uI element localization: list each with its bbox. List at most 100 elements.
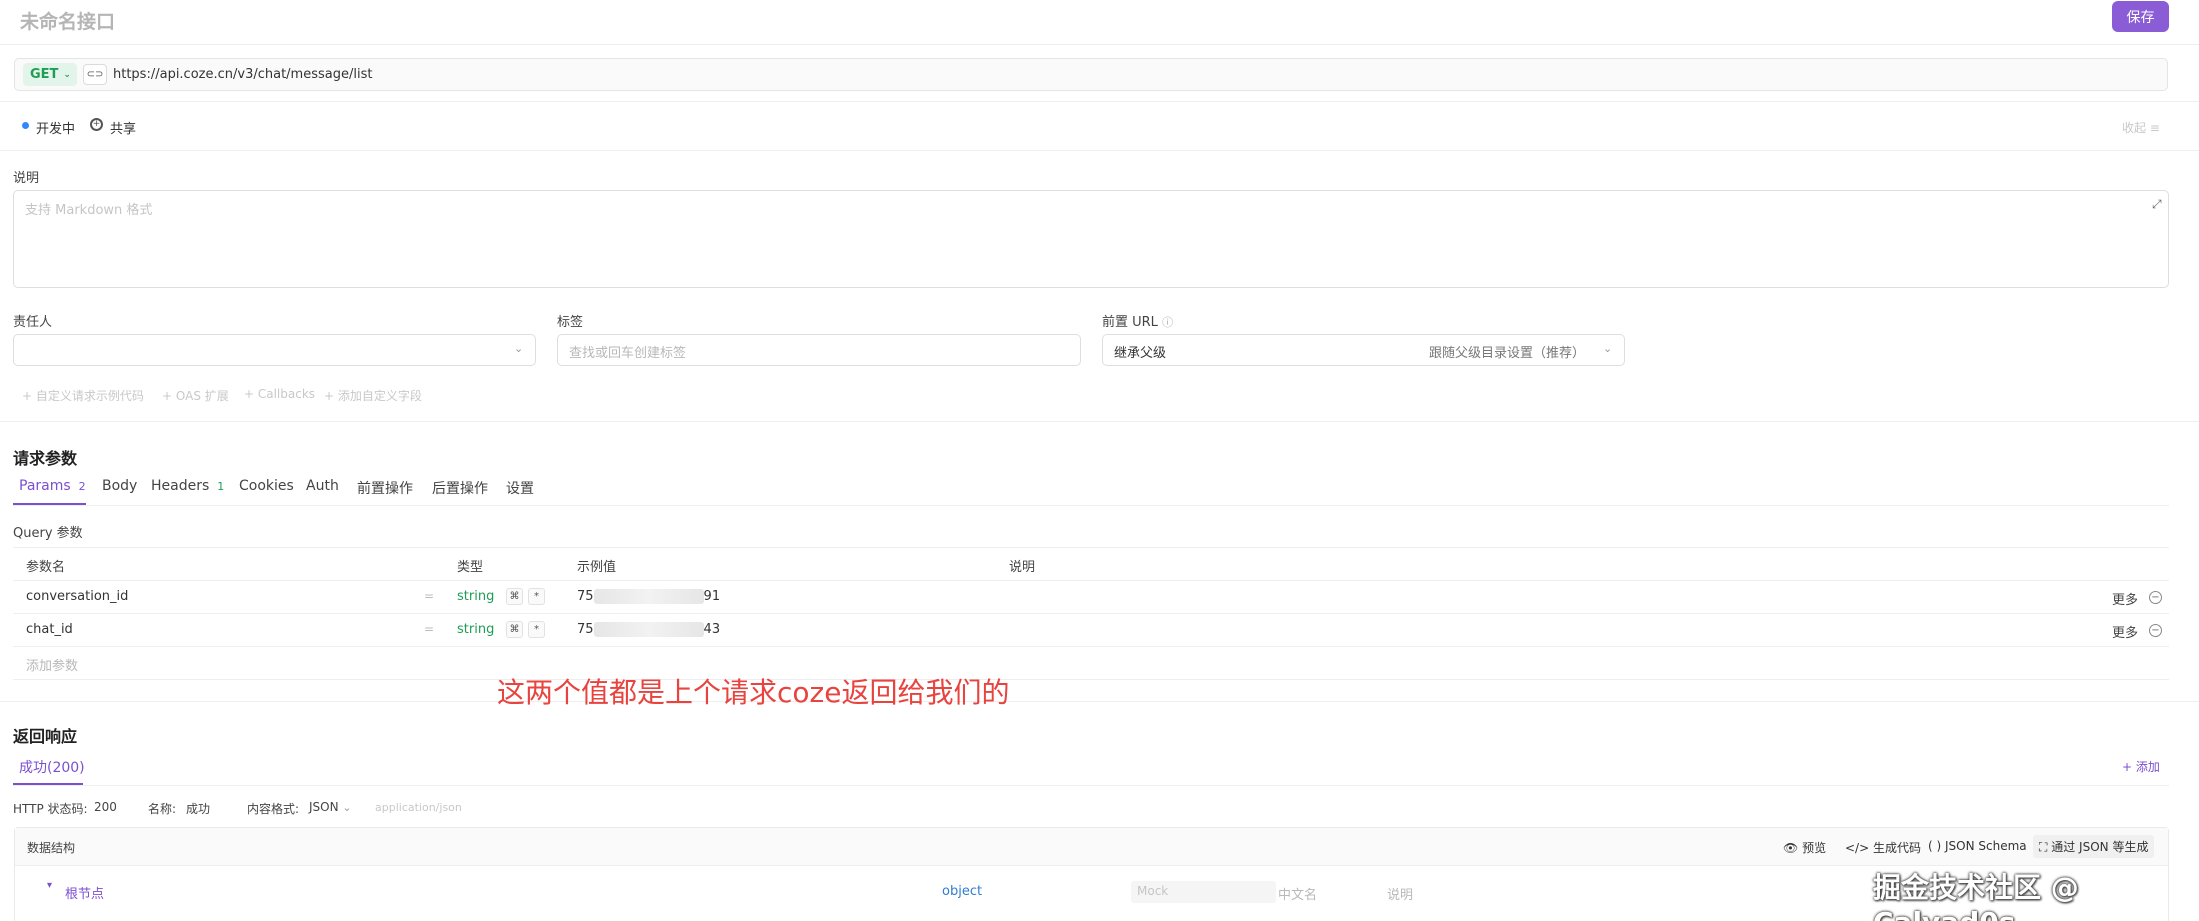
tags-placeholder: 查找或回车创建标签 (569, 346, 687, 361)
drag-handle-icon[interactable]: = (424, 589, 434, 603)
tab-auth[interactable]: Auth (306, 478, 339, 494)
mock-input[interactable]: Mock (1131, 881, 1276, 903)
divider (0, 421, 2199, 422)
name-value[interactable]: 成功 (186, 800, 210, 817)
chevron-down-icon: ⌄ (514, 342, 524, 355)
root-node-type[interactable]: object (942, 884, 982, 899)
content-format-select[interactable]: JSON ⌄ (309, 800, 352, 814)
example-value-prefix: 75 (577, 589, 594, 604)
param-name[interactable]: chat_id (26, 622, 73, 637)
owner-label: 责任人 (13, 315, 53, 330)
tab-cookies[interactable]: Cookies (239, 478, 294, 494)
annotation-text: 这两个值都是上个请求coze返回给我们的 (497, 676, 1010, 709)
required-icon[interactable]: * (528, 621, 545, 638)
example-value-suffix: 43 (703, 622, 721, 637)
save-button[interactable]: 保存 (2112, 1, 2169, 32)
redacted-value (593, 589, 704, 604)
add-custom-field-link[interactable]: + 添加自定义字段 (324, 387, 422, 404)
prefix-url-label: 前置 URL ⓘ (1102, 311, 1173, 330)
tab-settings[interactable]: 设置 (506, 478, 534, 498)
example-value-prefix: 75 (577, 622, 594, 637)
tab-params[interactable]: Params 2 (19, 478, 89, 494)
description-field[interactable]: 支持 Markdown 格式 ⤢ (13, 190, 2169, 288)
url-input[interactable]: https://api.coze.cn/v3/chat/message/list (113, 67, 372, 82)
data-structure-panel: 数据结构 👁 预览 </> 生成代码 ( ) JSON Schema ⛶ 通过 … (14, 827, 2169, 921)
drag-handle-icon[interactable]: = (424, 622, 434, 636)
tags-label: 标签 (557, 315, 584, 330)
tab-headers-label: Headers (151, 478, 210, 494)
chinese-name-input[interactable]: 中文名 (1278, 884, 1317, 903)
query-params-label: Query 参数 (13, 526, 83, 541)
request-params-title: 请求参数 (13, 449, 78, 468)
divider (0, 701, 2199, 702)
prefix-url-value: 继承父级 (1114, 346, 1167, 361)
param-type[interactable]: string (457, 622, 494, 637)
description-placeholder: 支持 Markdown 格式 (25, 203, 153, 218)
divider (13, 646, 2169, 647)
http-status-value[interactable]: 200 (94, 800, 117, 814)
add-oas-extension-link[interactable]: + OAS 扩展 (162, 387, 229, 404)
json-schema-label: JSON Schema (1945, 839, 2027, 853)
add-custom-code-link[interactable]: + 自定义请求示例代码 (22, 387, 144, 404)
watermark: 掘金技术社区 @ Calvad0s (1873, 871, 2079, 921)
prefix-url-select[interactable]: 继承父级 跟随父级目录设置（推荐） ⌄ (1102, 334, 1625, 366)
tab-body[interactable]: Body (102, 478, 137, 494)
tab-pre-operations[interactable]: 前置操作 (357, 478, 413, 498)
tab-params-count: 2 (78, 480, 86, 493)
example-value-suffix: 91 (703, 589, 721, 604)
param-name[interactable]: conversation_id (26, 589, 128, 604)
tab-params-label: Params (19, 478, 71, 494)
remove-icon[interactable]: − (2149, 591, 2162, 604)
chevron-down-icon: ⌄ (1603, 342, 1613, 355)
collapse-button[interactable]: 收起 ≡ (2122, 119, 2160, 136)
generate-from-json-button[interactable]: ⛶ 通过 JSON 等生成 (2033, 835, 2155, 858)
generate-from-json-label: 通过 JSON 等生成 (2051, 840, 2149, 854)
more-button[interactable]: 更多 (2112, 589, 2138, 608)
method-select[interactable]: GET ⌄ (23, 63, 77, 86)
example-value[interactable]: 75 91 (577, 589, 720, 604)
status-select[interactable]: 开发中 (36, 118, 75, 137)
generate-code-label: 生成代码 (1872, 841, 1921, 855)
method-label: GET (30, 67, 59, 82)
owner-select[interactable]: ⌄ (13, 334, 536, 366)
required-icon[interactable]: * (528, 588, 545, 605)
data-structure-label: 数据结构 (27, 841, 76, 855)
param-type[interactable]: string (457, 589, 494, 604)
divider (13, 785, 2169, 786)
table-row: chat_id = string ⌘ * 75 43 更多 − (13, 614, 2169, 646)
description-input[interactable]: 说明 (1387, 884, 1413, 903)
example-value[interactable]: 75 43 (577, 622, 720, 637)
column-header-example: 示例值 (577, 560, 617, 575)
link-icon[interactable]: ⊂⊃ (83, 64, 107, 85)
expand-icon[interactable]: ⤢ (2152, 197, 2162, 212)
add-param-input[interactable]: 添加参数 (26, 655, 78, 674)
preview-button[interactable]: 👁 预览 (1783, 839, 1826, 856)
response-title: 返回响应 (13, 727, 78, 746)
braces-icon: ( ) (1928, 839, 1942, 853)
more-button[interactable]: 更多 (2112, 622, 2138, 641)
share-button[interactable]: 共享 (110, 118, 136, 137)
chevron-down-icon[interactable]: ▾ (47, 880, 52, 891)
prefix-url-hint: 跟随父级目录设置（推荐） (1429, 346, 1586, 361)
content-format-label: 内容格式: (247, 802, 300, 816)
tab-headers[interactable]: Headers 1 (151, 478, 227, 494)
redacted-value (593, 622, 704, 637)
settings-icon[interactable]: ⌘ (506, 588, 523, 605)
add-response-button[interactable]: + 添加 (2122, 758, 2160, 775)
root-node-label: 根节点 (65, 887, 105, 902)
share-icon: + (90, 118, 103, 131)
info-icon: ⓘ (1162, 316, 1174, 329)
tab-post-operations[interactable]: 后置操作 (432, 478, 488, 498)
tab-success-200[interactable]: 成功(200) (19, 757, 85, 777)
divider (13, 505, 2169, 506)
tab-headers-count: 1 (217, 480, 225, 493)
remove-icon[interactable]: − (2149, 624, 2162, 637)
settings-icon[interactable]: ⌘ (506, 621, 523, 638)
data-structure-header: 数据结构 👁 预览 </> 生成代码 ( ) JSON Schema ⛶ 通过 … (15, 828, 2168, 866)
generate-code-button[interactable]: </> 生成代码 (1845, 839, 1921, 856)
preview-label: 预览 (1802, 841, 1827, 855)
json-schema-button[interactable]: ( ) JSON Schema (1928, 839, 2027, 853)
column-header-type: 类型 (457, 560, 484, 575)
tags-input[interactable]: 查找或回车创建标签 (557, 334, 1081, 366)
add-callbacks-link[interactable]: + Callbacks (244, 387, 315, 401)
